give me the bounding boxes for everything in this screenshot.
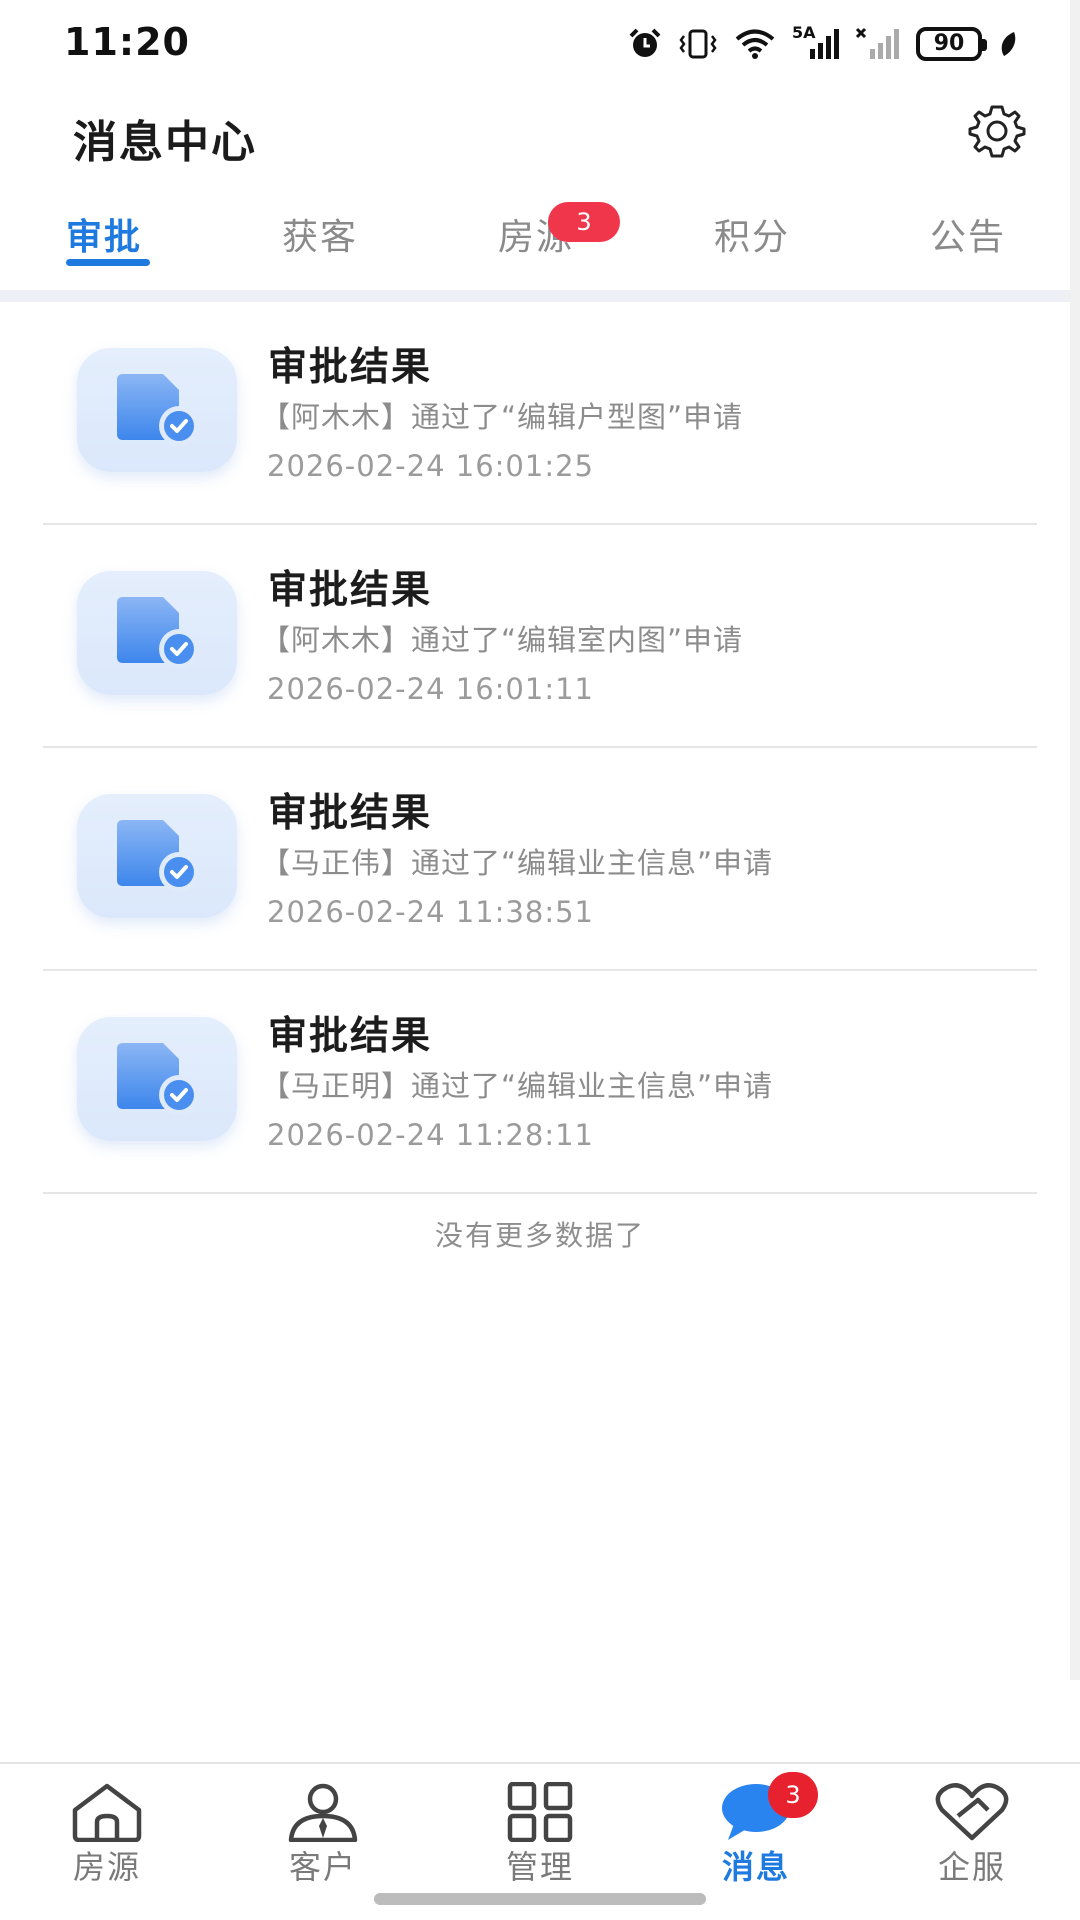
nav-label: 企服 xyxy=(937,1848,1006,1886)
message-description: 【马正伟】通过了“编辑业主信息”申请 xyxy=(261,846,774,880)
message-icon-container xyxy=(77,1017,237,1141)
nav-item-listings[interactable]: 房源 xyxy=(47,1772,167,1892)
status-time: 11:20 xyxy=(64,20,190,64)
tab-customer-acquisition[interactable]: 获客 xyxy=(282,208,358,260)
message-icon-container xyxy=(77,348,237,472)
approved-document-icon xyxy=(117,820,199,892)
settings-button[interactable] xyxy=(966,100,1028,162)
message-item[interactable]: 审批结果 【马正明】通过了“编辑业主信息”申请 2026-02-24 11:28… xyxy=(43,969,1037,1192)
header: 消息中心 xyxy=(0,88,1080,178)
header-divider xyxy=(0,290,1080,302)
scrollbar[interactable] xyxy=(1070,0,1080,1680)
battery-level: 90 xyxy=(933,31,965,56)
message-title: 审批结果 xyxy=(268,345,433,390)
wifi-icon xyxy=(735,29,775,59)
home-indicator[interactable] xyxy=(374,1893,706,1905)
message-item[interactable]: 审批结果 【阿木木】通过了“编辑室内图”申请 2026-02-24 16:01:… xyxy=(43,523,1037,746)
tab-points[interactable]: 积分 xyxy=(714,208,790,260)
message-description: 【阿木木】通过了“编辑室内图”申请 xyxy=(261,623,744,657)
message-timestamp: 2026-02-24 16:01:11 xyxy=(267,672,594,706)
signal-off-icon xyxy=(856,27,899,59)
nav-label: 客户 xyxy=(288,1848,357,1886)
message-timestamp: 2026-02-24 16:01:25 xyxy=(267,449,594,483)
nav-label: 房源 xyxy=(72,1848,141,1886)
approved-document-icon xyxy=(117,597,199,669)
page-title: 消息中心 xyxy=(73,117,257,168)
message-timestamp: 2026-02-24 11:28:11 xyxy=(267,1118,594,1152)
nav-label: 管理 xyxy=(505,1848,574,1886)
message-title: 审批结果 xyxy=(268,791,433,836)
message-timestamp: 2026-02-24 11:38:51 xyxy=(267,895,594,929)
message-center-screen: 11:20 5A 90 消息中心 审批 获客 房源 3 积分 公告 审批结果 【… xyxy=(0,0,1080,1920)
nav-item-management[interactable]: 管理 xyxy=(480,1772,600,1892)
messages-badge: 3 xyxy=(768,1772,818,1818)
list-end-text: 没有更多数据了 xyxy=(434,1219,645,1252)
leaf-icon xyxy=(1001,32,1016,56)
alarm-icon xyxy=(629,28,661,57)
status-icons: 5A 90 xyxy=(628,23,1018,64)
list-divider xyxy=(43,1192,1037,1194)
tab-approval[interactable]: 审批 xyxy=(66,208,142,260)
gear-icon xyxy=(968,105,1026,158)
message-icon-container xyxy=(77,571,237,695)
message-title: 审批结果 xyxy=(268,568,433,613)
tab-bar: 审批 获客 房源 3 积分 公告 xyxy=(0,190,1080,278)
message-list: 审批结果 【阿木木】通过了“编辑户型图”申请 2026-02-24 16:01:… xyxy=(0,302,1080,1254)
approved-document-icon xyxy=(117,374,199,446)
heart-handshake-icon xyxy=(935,1783,1009,1841)
message-icon-container xyxy=(77,794,237,918)
message-item[interactable]: 审批结果 【阿木木】通过了“编辑户型图”申请 2026-02-24 16:01:… xyxy=(43,302,1037,523)
nav-item-customers[interactable]: 客户 xyxy=(263,1772,383,1892)
nav-item-enterprise-service[interactable]: 企服 xyxy=(912,1772,1032,1892)
message-item[interactable]: 审批结果 【马正伟】通过了“编辑业主信息”申请 2026-02-24 11:38… xyxy=(43,746,1037,969)
nav-label: 消息 xyxy=(721,1848,790,1886)
approved-document-icon xyxy=(117,1043,199,1115)
status-bar: 11:20 5A 90 xyxy=(0,0,1080,88)
tab-announcements[interactable]: 公告 xyxy=(930,208,1006,260)
signal-icon: 5A xyxy=(792,23,840,61)
message-title: 审批结果 xyxy=(268,1014,433,1059)
vibrate-icon xyxy=(679,29,717,59)
message-description: 【阿木木】通过了“编辑户型图”申请 xyxy=(261,400,744,434)
house-icon xyxy=(72,1783,142,1842)
person-icon xyxy=(288,1783,358,1842)
tab-listings-badge: 3 xyxy=(548,202,620,242)
active-tab-indicator xyxy=(66,259,150,266)
battery-icon: 90 xyxy=(916,27,987,61)
message-description: 【马正明】通过了“编辑业主信息”申请 xyxy=(261,1069,774,1103)
grid-icon xyxy=(507,1782,573,1842)
